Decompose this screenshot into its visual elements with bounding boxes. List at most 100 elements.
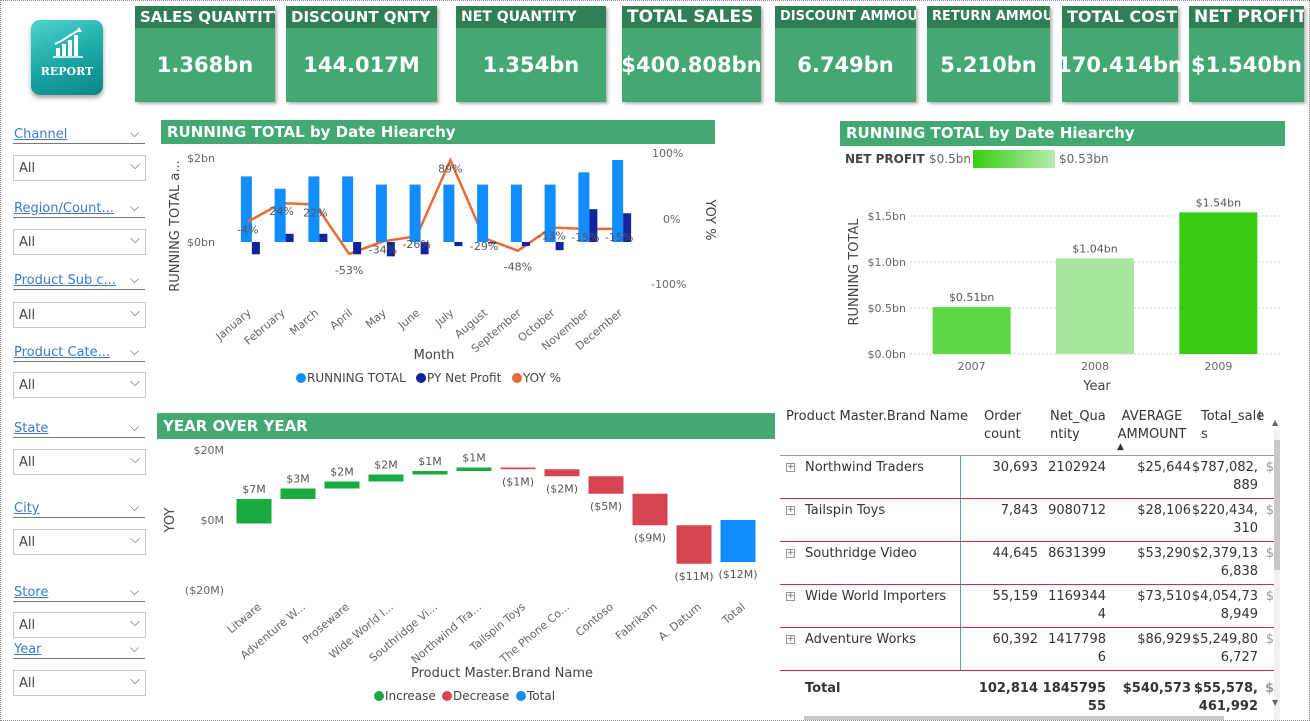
slicer-dropdown[interactable]: All ⌵	[13, 155, 146, 181]
column-divider	[960, 455, 961, 670]
year-over-year-waterfall[interactable]: $20M$0M($20M)YOY$7MLitware$3MAdventure W…	[157, 440, 777, 715]
slicer-dropdown[interactable]: All ⌵	[13, 302, 146, 328]
expand-icon[interactable]: +	[786, 506, 795, 515]
column-header[interactable]: AVERAGE	[1112, 408, 1192, 426]
legend-title: NET PROFIT	[845, 152, 926, 166]
chevron-down-icon[interactable]: ⌵	[130, 344, 139, 359]
legend-marker	[374, 691, 384, 701]
avg-cell: $540,573	[1122, 681, 1191, 696]
waterfall-data-label: ($9M)	[634, 531, 666, 544]
yoy-data-label: -34%	[369, 243, 397, 256]
x-tick: 2009	[1204, 360, 1232, 373]
bar-data-label: $1.04bn	[1072, 242, 1117, 255]
brand-name-cell: Adventure Works	[805, 632, 917, 647]
x-tick: Fabrikam	[613, 600, 660, 642]
slicer-underline	[13, 143, 145, 144]
column-header[interactable]: ntity	[1050, 426, 1080, 444]
chevron-down-icon[interactable]: ⌵	[130, 200, 139, 215]
chevron-down-icon[interactable]: ⌵	[130, 126, 139, 141]
extra-cell: $	[1264, 681, 1274, 696]
waterfall-bar	[412, 471, 448, 475]
yoy-data-label: -26%	[402, 238, 430, 251]
slicer-dropdown[interactable]: All ⌵	[13, 372, 146, 398]
kpi-label: NET PROFIT	[1189, 6, 1304, 28]
waterfall-bar	[544, 469, 580, 477]
waterfall-data-label: $2M	[374, 459, 398, 472]
chevron-down-icon[interactable]: ⌵	[130, 420, 139, 435]
scroll-up-icon[interactable]: ▲	[1272, 418, 1278, 427]
chevron-down-icon[interactable]: ⌵	[130, 584, 139, 599]
expand-icon[interactable]: +	[786, 635, 795, 644]
order-cell: 44,645	[992, 546, 1039, 561]
chevron-down-icon: ⌵	[130, 532, 140, 547]
total-cell: $2,379,13	[1191, 546, 1258, 561]
yoy-data-label: -29%	[470, 240, 498, 253]
column-header[interactable]: Net_Qua	[1050, 408, 1106, 426]
slicer-dropdown[interactable]: All ⌵	[13, 449, 146, 475]
kpi-card: NET PROFIT $1.540bn	[1189, 6, 1304, 102]
column-header[interactable]: t	[1258, 408, 1263, 426]
kpi-value: 1.368bn	[156, 53, 254, 77]
legend-marker	[296, 373, 306, 383]
slicer-label: Channel	[14, 127, 68, 142]
running-total-bar	[443, 184, 455, 242]
slicer-dropdown[interactable]: All ⌵	[13, 612, 146, 638]
kpi-label: TOTAL COST	[1062, 6, 1178, 28]
waterfall-data-label: ($12M)	[718, 568, 757, 581]
column-header[interactable]: count	[984, 426, 1021, 444]
net-cell: 1417798	[1048, 632, 1106, 647]
y2-tick: 0%	[663, 213, 680, 226]
kpi-value: $1.540bn	[1190, 53, 1303, 77]
slicer-dropdown[interactable]: All ⌵	[13, 670, 146, 696]
expand-icon[interactable]: +	[786, 549, 795, 558]
py-net-profit-bar	[555, 242, 564, 251]
waterfall-data-label: $3M	[286, 473, 310, 486]
py-net-profit-bar	[285, 233, 294, 242]
kpi-label: SALES QUANTITY	[135, 6, 275, 28]
waterfall-data-label: ($5M)	[590, 500, 622, 513]
running-total-year-chart[interactable]: NET PROFIT $0.5bn $0.53bn$1.5bn$1.0bn$0.5b…	[840, 148, 1290, 398]
slicer-dropdown[interactable]: All ⌵	[13, 229, 146, 255]
order-cell: 30,693	[992, 460, 1039, 475]
vertical-scrollbar-thumb[interactable]	[1274, 440, 1280, 570]
extra-cell: $	[1265, 503, 1274, 518]
running-total-bar	[477, 184, 489, 242]
yoy-data-label: -15%	[571, 231, 599, 244]
x-axis-title: Month	[414, 348, 455, 363]
waterfall-bar	[324, 481, 360, 489]
column-header[interactable]: s	[1201, 426, 1208, 444]
column-header[interactable]: Total_sale	[1201, 408, 1264, 426]
extra-cell: $	[1265, 632, 1274, 647]
column-header[interactable]: Order	[984, 408, 1021, 426]
chevron-down-icon[interactable]: ⌵	[130, 641, 139, 656]
slicer-underline	[13, 217, 145, 218]
brand-name-cell: Northwind Traders	[805, 460, 924, 475]
slicer-underline	[13, 601, 145, 602]
chevron-down-icon[interactable]: ⌵	[130, 500, 139, 515]
running-total-bar	[612, 160, 624, 242]
expand-icon[interactable]: +	[786, 463, 795, 472]
brand-matrix-table[interactable]: Product Master.Brand Name Order count Net_Q…	[780, 400, 1280, 721]
y-axis-title: YOY	[163, 508, 178, 534]
slicer-dropdown[interactable]: All ⌵	[13, 529, 146, 555]
kpi-label: DISCOUNT AMMOUNT	[775, 6, 916, 28]
order-cell: 102,814	[978, 681, 1038, 696]
row-divider	[780, 584, 1274, 585]
x-tick: April	[327, 306, 355, 332]
kpi-label: TOTAL SALES	[622, 6, 761, 28]
extra-cell: $	[1265, 589, 1274, 604]
sort-ascending-icon[interactable]: ▲	[1117, 442, 1124, 452]
horizontal-scrollbar[interactable]	[804, 716, 1224, 720]
column-header[interactable]: AMMOUNT	[1112, 426, 1192, 444]
scroll-down-icon[interactable]: ▼	[1272, 698, 1278, 707]
column-header[interactable]: Product Master.Brand Name	[786, 408, 968, 426]
x-tick: June	[395, 306, 423, 332]
chevron-down-icon[interactable]: ⌵	[130, 272, 139, 287]
extra-cell: $	[1265, 546, 1274, 561]
slicer-underline	[13, 437, 145, 438]
kpi-label: NET QUANTITY	[456, 6, 606, 28]
year-over-year-header: YEAR OVER YEAR	[157, 413, 775, 439]
y-tick: $0bn	[187, 236, 215, 249]
running-total-month-chart[interactable]: $2bn $0bn 100% 0% -100% RUNNING TOTAL a... YOY…	[161, 146, 721, 396]
expand-icon[interactable]: +	[786, 592, 795, 601]
